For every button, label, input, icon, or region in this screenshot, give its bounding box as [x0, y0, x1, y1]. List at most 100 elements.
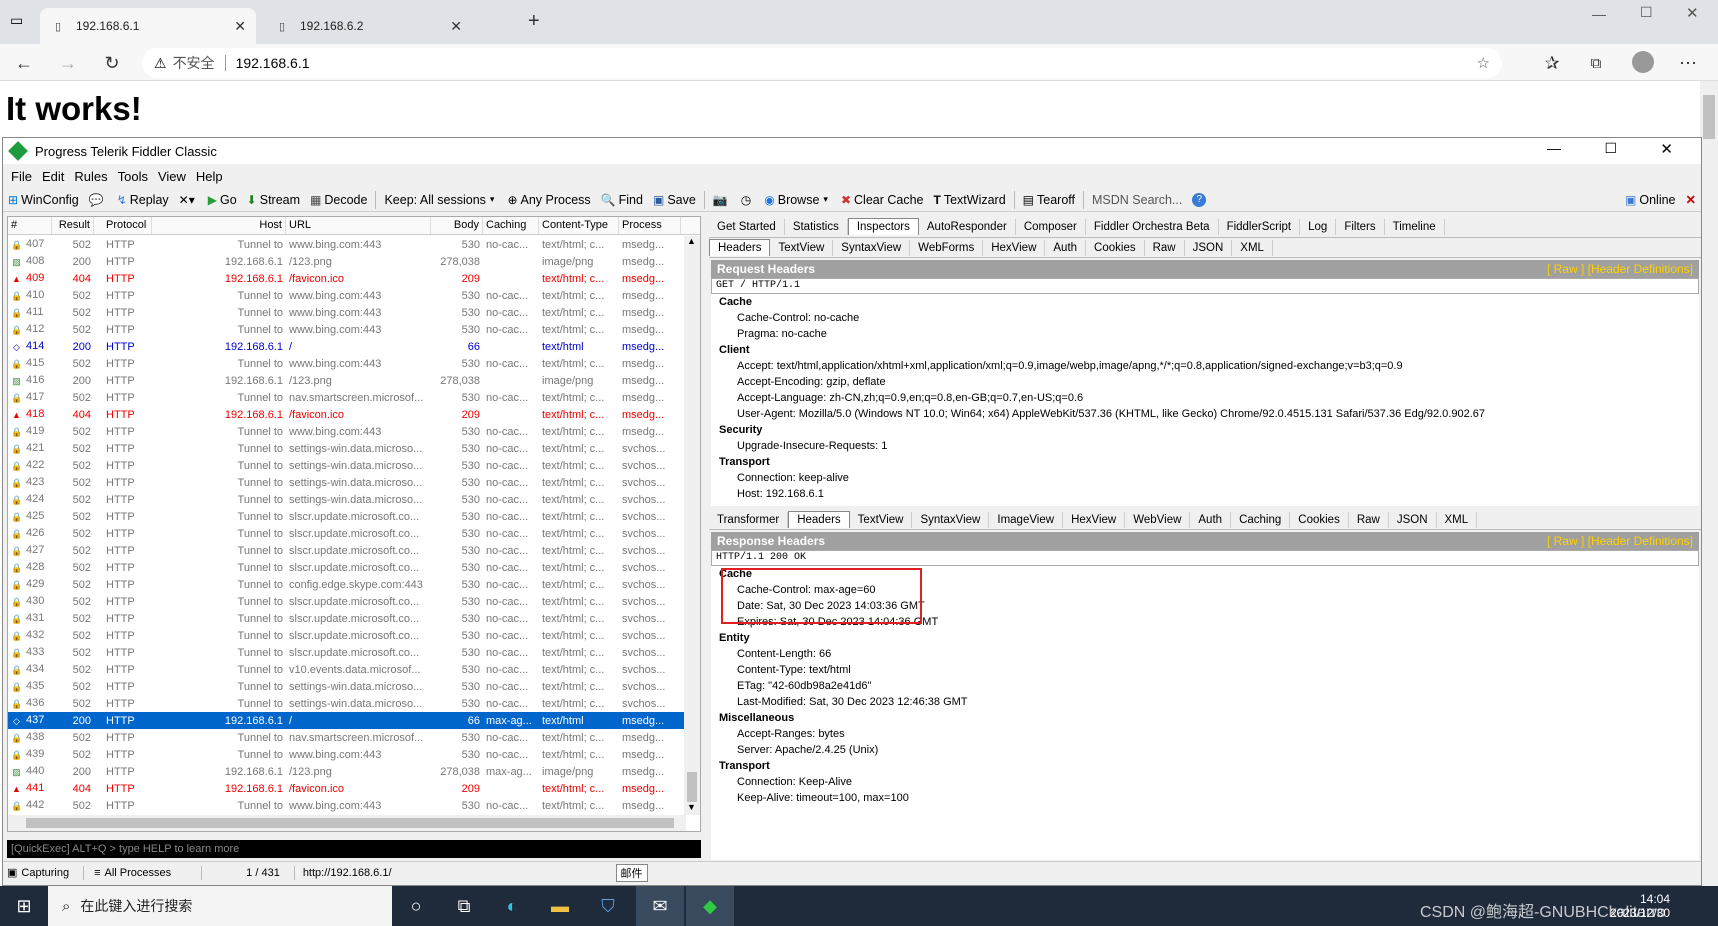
menu-view[interactable]: View: [158, 169, 186, 184]
header-line[interactable]: Content-Type: text/html: [719, 662, 1699, 678]
tab-fiddler-orchestra-beta[interactable]: Fiddler Orchestra Beta: [1086, 218, 1219, 235]
scroll-up-icon[interactable]: ▲: [687, 236, 696, 246]
header-line[interactable]: Accept-Encoding: gzip, deflate: [719, 374, 1699, 390]
req-tab-textview[interactable]: TextView: [770, 239, 834, 256]
scroll-down-icon[interactable]: ▼: [687, 802, 696, 812]
help-icon[interactable]: ?: [1192, 192, 1207, 207]
col-protocol[interactable]: Protocol: [94, 217, 152, 234]
keep-sessions-dropdown[interactable]: Keep: All sessions ▾: [384, 193, 497, 207]
refresh-icon[interactable]: ↻: [98, 50, 126, 76]
col-host[interactable]: Host: [152, 217, 286, 234]
res-tab-imageview[interactable]: ImageView: [989, 511, 1064, 528]
back-icon[interactable]: ←: [10, 50, 38, 76]
session-row[interactable]: 🔒 421 502 HTTP Tunnel to settings-win.data.mi…: [8, 440, 684, 457]
session-row[interactable]: ▲ 418 404 HTTP 192.168.6.1/favicon.ico 209 tex…: [8, 406, 684, 423]
minimize-icon[interactable]: —: [1592, 6, 1606, 22]
session-row[interactable]: 🔒 419 502 HTTP Tunnel to www.bing.com:443 530 n…: [8, 423, 684, 440]
close-tab-icon[interactable]: ✕: [234, 18, 246, 35]
session-row[interactable]: ▲ 409 404 HTTP 192.168.6.1/favicon.ico 209 tex…: [8, 270, 684, 287]
session-row[interactable]: 🔒 417 502 HTTP Tunnel to nav.smartscreen.micr…: [8, 389, 684, 406]
start-icon[interactable]: ⊞: [0, 886, 48, 926]
scrollbar-thumb[interactable]: [687, 772, 697, 802]
req-tab-syntaxview[interactable]: SyntaxView: [833, 239, 911, 256]
res-tab-syntaxview[interactable]: SyntaxView: [912, 511, 990, 528]
col-content-type[interactable]: Content-Type: [539, 217, 619, 234]
col-url[interactable]: URL: [286, 217, 431, 234]
col-id[interactable]: #: [8, 217, 52, 234]
tab-statistics[interactable]: Statistics: [785, 218, 848, 235]
tab-inspectors[interactable]: Inspectors: [847, 218, 919, 235]
close-tab-icon[interactable]: ✕: [450, 18, 462, 35]
session-row[interactable]: 🔒 410 502 HTTP Tunnel to www.bing.com:443 530 n…: [8, 287, 684, 304]
textwizard-button[interactable]: T TextWizard: [934, 193, 1006, 207]
msdn-search-field[interactable]: MSDN Search...: [1092, 193, 1182, 207]
res-tab-caching[interactable]: Caching: [1231, 511, 1291, 528]
header-group[interactable]: Cache: [719, 294, 1699, 310]
collections-icon[interactable]: ⧉: [1582, 50, 1610, 76]
browse-button[interactable]: ◉ Browse ▾: [764, 193, 831, 207]
res-tab-json[interactable]: JSON: [1389, 511, 1437, 528]
session-row[interactable]: 🔒 412 502 HTTP Tunnel to www.bing.com:443 530 n…: [8, 321, 684, 338]
menu-file[interactable]: File: [11, 169, 32, 184]
session-row[interactable]: 🔒 438 502 HTTP Tunnel to nav.smartscreen.micr…: [8, 729, 684, 746]
session-row[interactable]: 🔒 439 502 HTTP Tunnel to www.bing.com:443 530 n…: [8, 746, 684, 763]
replay-button[interactable]: ↯ Replay: [117, 193, 169, 207]
header-group[interactable]: Client: [719, 342, 1699, 358]
tab-composer[interactable]: Composer: [1016, 218, 1086, 235]
col-caching[interactable]: Caching: [483, 217, 539, 234]
session-row[interactable]: 🔒 430 502 HTTP Tunnel to slscr.update.microso…: [8, 593, 684, 610]
session-row[interactable]: 🔒 433 502 HTTP Tunnel to slscr.update.microso…: [8, 644, 684, 661]
res-tab-transformer[interactable]: Transformer: [709, 511, 789, 528]
session-row[interactable]: ◇ 414 200 HTTP 192.168.6.1 / 66 text/html msedg.…: [8, 338, 684, 355]
url-text[interactable]: 192.168.6.1: [236, 55, 310, 71]
favorites-icon[interactable]: ✰: [1538, 50, 1566, 76]
page-scrollbar[interactable]: [1700, 81, 1718, 886]
menu-rules[interactable]: Rules: [74, 169, 107, 184]
req-tab-auth[interactable]: Auth: [1045, 239, 1087, 256]
header-line[interactable]: Pragma: no-cache: [719, 326, 1699, 342]
sessions-vscrollbar[interactable]: ▲ ▼: [684, 236, 700, 815]
header-group[interactable]: Transport: [719, 454, 1699, 470]
res-tab-headers[interactable]: Headers: [788, 511, 850, 528]
tab-filters[interactable]: Filters: [1336, 218, 1385, 235]
header-line[interactable]: Content-Length: 66: [719, 646, 1699, 662]
res-tab-textview[interactable]: TextView: [850, 511, 913, 528]
header-line[interactable]: Accept: text/html,application/xhtml+xml,…: [719, 358, 1699, 374]
comment-button[interactable]: 💬: [89, 193, 107, 207]
session-row[interactable]: ▲ 441 404 HTTP 192.168.6.1/favicon.ico 209 tex…: [8, 780, 684, 797]
req-tab-json[interactable]: JSON: [1185, 239, 1233, 256]
header-line[interactable]: Connection: keep-alive: [719, 470, 1699, 486]
header-line[interactable]: User-Agent: Mozilla/5.0 (Windows NT 10.0…: [719, 406, 1699, 422]
session-row[interactable]: 🔒 426 502 HTTP Tunnel to slscr.update.microso…: [8, 525, 684, 542]
avatar[interactable]: [1632, 51, 1654, 73]
process-filter[interactable]: ≡ All Processes: [94, 867, 171, 879]
fiddler-minimize-icon[interactable]: —: [1547, 140, 1561, 156]
response-header-links[interactable]: [ Raw ] [Header Definitions]: [1547, 534, 1699, 548]
request-header-links[interactable]: [ Raw ] [Header Definitions]: [1547, 262, 1699, 276]
session-row[interactable]: 🔒 428 502 HTTP Tunnel to slscr.update.microso…: [8, 559, 684, 576]
header-line[interactable]: Upgrade-Insecure-Requests: 1: [719, 438, 1699, 454]
security-label[interactable]: 不安全: [173, 53, 215, 73]
tab-log[interactable]: Log: [1300, 218, 1337, 235]
tab-get-started[interactable]: Get Started: [709, 218, 785, 235]
browser-tab-2[interactable]: ▯ 192.168.6.2 ✕: [264, 8, 472, 44]
session-row[interactable]: ◇ 437 200 HTTP 192.168.6.1 / 66 max-ag... text/h…: [8, 712, 684, 729]
menu-edit[interactable]: Edit: [42, 169, 64, 184]
screenshot-button[interactable]: 📷: [713, 193, 731, 207]
cortana-icon[interactable]: ○: [392, 886, 440, 926]
header-line[interactable]: Host: 192.168.6.1: [719, 486, 1699, 502]
address-field[interactable]: ⚠ 不安全 192.168.6.1 ☆: [142, 48, 1502, 78]
res-tab-webview[interactable]: WebView: [1125, 511, 1191, 528]
header-line[interactable]: Last-Modified: Sat, 30 Dec 2023 12:46:38…: [719, 694, 1699, 710]
res-tab-xml[interactable]: XML: [1437, 511, 1478, 528]
tab-actions-icon[interactable]: ▭: [10, 12, 28, 30]
file-explorer-icon[interactable]: ▬: [536, 886, 584, 926]
fiddler-taskbar-icon[interactable]: ◆: [686, 886, 734, 926]
close-window-icon[interactable]: ✕: [1686, 4, 1699, 22]
warning-icon[interactable]: ⚠: [154, 55, 167, 72]
session-row[interactable]: 🔒 411 502 HTTP Tunnel to www.bing.com:443 530 n…: [8, 304, 684, 321]
req-tab-webforms[interactable]: WebForms: [910, 239, 984, 256]
header-line[interactable]: Accept-Ranges: bytes: [719, 726, 1699, 742]
online-indicator[interactable]: ▣ Online: [1625, 193, 1675, 207]
tab-fiddlerscript[interactable]: FiddlerScript: [1219, 218, 1301, 235]
